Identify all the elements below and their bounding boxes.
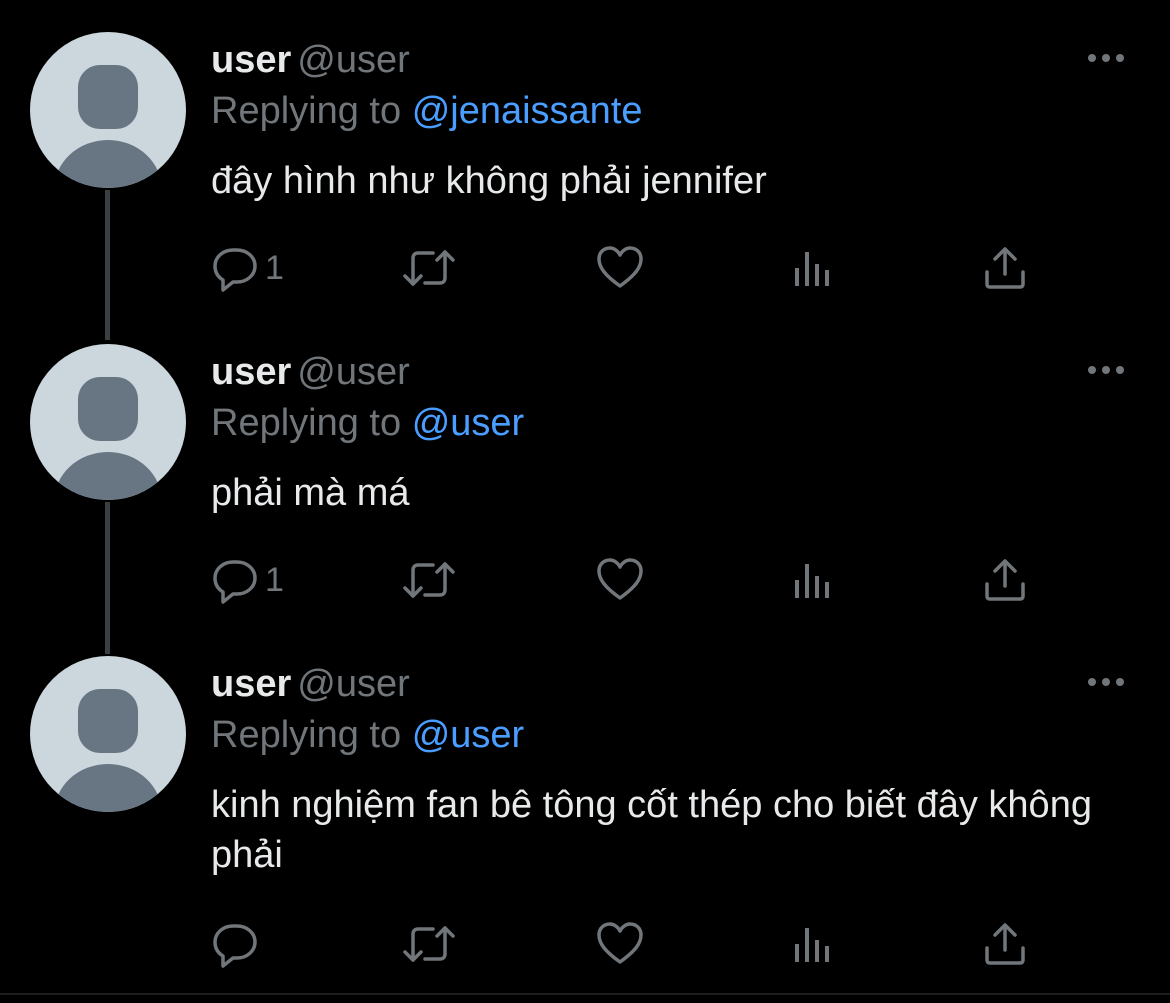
upload-icon [985, 247, 1025, 289]
reply-count: 1 [265, 561, 284, 599]
speech-bubble-icon [213, 560, 257, 604]
bar-chart-icon [795, 928, 829, 962]
replying-to-line: Replying to @jenaissante [211, 89, 643, 133]
avatar[interactable] [30, 656, 186, 812]
tweet-text: phải mà má [211, 472, 410, 514]
reply-thread: user @user Replying to @jenaissante đây h… [0, 0, 1170, 1003]
more-options-button[interactable] [1086, 358, 1130, 382]
ellipsis-icon [1088, 678, 1124, 686]
mention-link[interactable]: @user [412, 714, 525, 756]
mention-link[interactable]: @user [412, 402, 525, 444]
heart-icon [597, 558, 643, 600]
retweet-button[interactable] [401, 914, 457, 974]
upload-icon [985, 559, 1025, 601]
tweet-actions [211, 914, 1111, 974]
avatar[interactable] [30, 344, 186, 500]
bar-chart-icon [795, 564, 829, 598]
tweet-actions: 1 [211, 238, 1111, 298]
replying-to-line: Replying to @user [211, 713, 524, 757]
default-avatar-icon [54, 377, 162, 500]
reply-button[interactable]: 1 [211, 550, 284, 610]
like-button[interactable] [596, 238, 644, 298]
retweet-arrows-icon [403, 926, 455, 962]
reply-count: 1 [265, 249, 284, 287]
display-name[interactable]: user [211, 351, 291, 393]
user-handle[interactable]: @user [297, 39, 410, 81]
share-button[interactable] [981, 914, 1029, 974]
retweet-arrows-icon [403, 562, 455, 598]
tweet[interactable]: user @user Replying to @user phải mà má 1 [0, 312, 1170, 624]
retweet-button[interactable] [401, 550, 457, 610]
default-avatar-icon [54, 689, 162, 812]
mention-link[interactable]: @jenaissante [412, 90, 643, 132]
replying-to-label: Replying to [211, 90, 402, 132]
tweet-header: user @user [211, 350, 410, 394]
views-button[interactable] [791, 914, 835, 974]
tweet[interactable]: user @user Replying to @jenaissante đây h… [0, 0, 1170, 312]
user-handle[interactable]: @user [297, 351, 410, 393]
default-avatar-icon [54, 65, 162, 188]
share-button[interactable] [981, 238, 1029, 298]
speech-bubble-icon [213, 248, 257, 292]
tweet-header: user @user [211, 38, 410, 82]
upload-icon [985, 923, 1025, 965]
avatar[interactable] [30, 32, 186, 188]
more-options-button[interactable] [1086, 670, 1130, 694]
views-button[interactable] [791, 238, 835, 298]
tweet-text: kinh nghiệm fan bê tông cốt thép cho biế… [211, 784, 1092, 876]
display-name[interactable]: user [211, 663, 291, 705]
user-handle[interactable]: @user [297, 663, 410, 705]
heart-icon [597, 922, 643, 964]
reply-button[interactable] [211, 914, 265, 974]
views-button[interactable] [791, 550, 835, 610]
replying-to-label: Replying to [211, 402, 402, 444]
reply-button[interactable]: 1 [211, 238, 284, 298]
bar-chart-icon [795, 252, 829, 286]
display-name[interactable]: user [211, 39, 291, 81]
like-button[interactable] [596, 914, 644, 974]
tweet-header: user @user [211, 662, 410, 706]
tweet-actions: 1 [211, 550, 1111, 610]
heart-icon [597, 246, 643, 288]
ellipsis-icon [1088, 54, 1124, 62]
retweet-button[interactable] [401, 238, 457, 298]
divider [0, 993, 1170, 995]
tweet[interactable]: user @user Replying to @user kinh nghiệm … [0, 624, 1170, 994]
more-options-button[interactable] [1086, 46, 1130, 70]
speech-bubble-icon [213, 924, 257, 968]
retweet-arrows-icon [403, 250, 455, 286]
replying-to-line: Replying to @user [211, 401, 524, 445]
replying-to-label: Replying to [211, 714, 402, 756]
ellipsis-icon [1088, 366, 1124, 374]
tweet-text: đây hình như không phải jennifer [211, 160, 767, 202]
share-button[interactable] [981, 550, 1029, 610]
like-button[interactable] [596, 550, 644, 610]
